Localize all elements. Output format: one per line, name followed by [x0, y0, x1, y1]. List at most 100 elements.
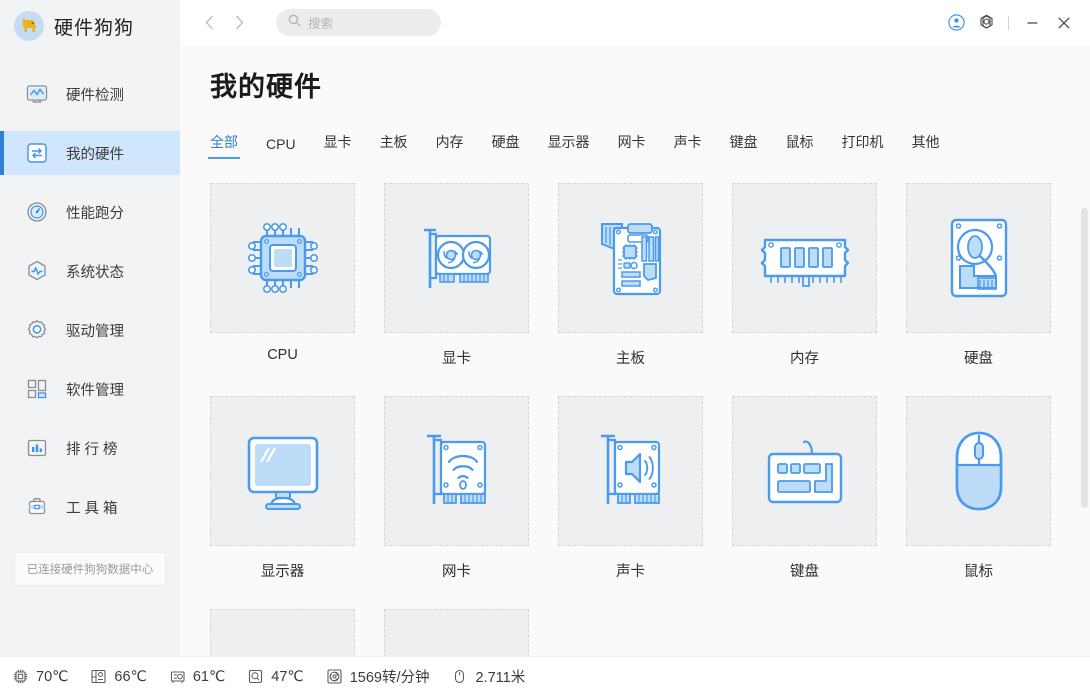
tab-keyboard[interactable]: 键盘 — [730, 132, 758, 159]
status-value: 47℃ — [271, 668, 304, 685]
scrollbar-thumb[interactable] — [1081, 208, 1088, 508]
hardware-card-sound[interactable]: 声卡 — [558, 396, 703, 581]
sidebar-nav: 硬件检测 我的硬件 性能跑分 系统状态 驱动管理 软件管理 排 行 榜 工 具 … — [0, 72, 180, 544]
card-icon-box — [210, 609, 355, 656]
card-label: CPU — [267, 347, 298, 363]
motherboard-temp-icon — [90, 668, 107, 685]
sidebar-item-label: 系统状态 — [66, 264, 124, 281]
status-mouse-distance: 2.711米 — [451, 666, 525, 687]
tab-motherboard[interactable]: 主板 — [380, 132, 408, 159]
hardware-card-gpu[interactable]: 显卡 — [384, 183, 529, 368]
category-tabs: 全部 CPU 显卡 主板 内存 硬盘 显示器 网卡 声卡 键盘 鼠标 打印机 其… — [208, 129, 1090, 159]
sidebar-item-label: 工 具 箱 — [66, 500, 118, 517]
squares-grid-icon — [26, 378, 48, 400]
status-fan-speed: 1569转/分钟 — [326, 666, 430, 687]
hardware-card-motherboard[interactable]: 主板 — [558, 183, 703, 368]
card-label: 网卡 — [442, 564, 471, 580]
hardware-card-row3-b[interactable] — [384, 609, 529, 656]
card-icon-box — [732, 183, 877, 333]
cpu-temp-icon — [12, 668, 29, 685]
hardware-card-keyboard[interactable]: 键盘 — [732, 396, 877, 581]
disk-temp-icon — [247, 668, 264, 685]
titlebar-divider — [1008, 15, 1009, 30]
card-label: 鼠标 — [964, 564, 993, 580]
card-icon-box — [210, 396, 355, 546]
tab-printer[interactable]: 打印机 — [842, 132, 884, 159]
tab-sound-card[interactable]: 声卡 — [674, 132, 702, 159]
graphics-card-icon — [423, 228, 491, 288]
ram-stick-icon — [760, 238, 849, 287]
sidebar-item-hardware-detect[interactable]: 硬件检测 — [0, 72, 180, 116]
main-panel: 搜索 我的硬件 全部 CPU 显卡 主板 内存 硬盘 显示器 网卡 声卡 键盘 … — [180, 0, 1090, 656]
card-icon-box — [384, 183, 529, 333]
hexagon-pulse-icon — [26, 260, 48, 282]
gear-icon — [26, 319, 48, 341]
tab-network-card[interactable]: 网卡 — [618, 132, 646, 159]
close-button[interactable] — [1048, 8, 1080, 38]
search-input[interactable]: 搜索 — [276, 9, 441, 36]
app-title: 硬件狗狗 — [54, 17, 135, 39]
card-icon-box — [906, 183, 1051, 333]
tab-all[interactable]: 全部 — [208, 132, 240, 159]
gpu-temp-icon — [169, 668, 186, 685]
app-window: 硬件狗狗 硬件检测 我的硬件 性能跑分 系统状态 驱动管理 软件管理 排 行 榜… — [0, 0, 1090, 696]
status-value: 70℃ — [36, 668, 69, 685]
sidebar-item-ranking[interactable]: 排 行 榜 — [0, 426, 180, 470]
status-cpu-temp: 70℃ — [12, 668, 68, 685]
content-scrollbar[interactable] — [1081, 93, 1088, 654]
forward-button[interactable] — [224, 8, 254, 38]
back-button[interactable] — [194, 8, 224, 38]
hard-disk-icon — [950, 218, 1007, 298]
tab-gpu[interactable]: 显卡 — [324, 132, 352, 159]
card-icon-box — [732, 396, 877, 546]
status-value: 2.711米 — [475, 670, 526, 686]
gear-icon[interactable] — [971, 8, 1001, 38]
hardware-card-row3-a[interactable] — [210, 609, 355, 656]
sound-card-icon — [600, 434, 660, 504]
monitor-icon — [247, 436, 318, 510]
hardware-card-disk[interactable]: 硬盘 — [906, 183, 1051, 368]
speedometer-icon — [26, 201, 48, 223]
user-account-icon[interactable] — [941, 8, 971, 38]
tab-monitor[interactable]: 显示器 — [548, 132, 590, 159]
network-card-icon — [426, 434, 486, 504]
card-label: 显示器 — [260, 564, 305, 580]
bar-chart-icon — [26, 437, 48, 459]
hardware-card-mouse[interactable]: 鼠标 — [906, 396, 1051, 581]
fan-speed-icon — [326, 668, 343, 685]
sidebar-item-label: 软件管理 — [66, 382, 124, 399]
hardware-card-cpu[interactable]: CPU — [210, 183, 355, 368]
card-icon-box — [384, 609, 529, 656]
card-label: 声卡 — [616, 564, 645, 580]
sidebar-item-driver-manage[interactable]: 驱动管理 — [0, 308, 180, 352]
tab-other[interactable]: 其他 — [912, 132, 940, 159]
sidebar-item-label: 排 行 榜 — [66, 441, 118, 458]
card-icon-box — [558, 396, 703, 546]
sidebar-item-software-manage[interactable]: 软件管理 — [0, 367, 180, 411]
tab-mouse[interactable]: 鼠标 — [786, 132, 814, 159]
sidebar-item-my-hardware[interactable]: 我的硬件 — [0, 131, 180, 175]
status-value: 1569转/分钟 — [349, 670, 430, 686]
sidebar-item-toolbox[interactable]: 工 具 箱 — [0, 485, 180, 529]
cpu-chip-icon — [247, 223, 318, 294]
status-disk-temp: 47℃ — [247, 668, 304, 685]
page-title: 我的硬件 — [210, 72, 322, 102]
mouse-icon — [955, 431, 1002, 511]
card-icon-box — [210, 183, 355, 333]
search-placeholder: 搜索 — [308, 17, 334, 31]
sidebar-item-benchmark[interactable]: 性能跑分 — [0, 190, 180, 234]
tab-cpu[interactable]: CPU — [266, 136, 296, 159]
hardware-card-network[interactable]: 网卡 — [384, 396, 529, 581]
sidebar: 硬件狗狗 硬件检测 我的硬件 性能跑分 系统状态 驱动管理 软件管理 排 行 榜… — [0, 0, 180, 656]
status-value: 61℃ — [192, 668, 226, 685]
minimize-button[interactable] — [1016, 8, 1048, 38]
mouse-distance-icon — [451, 668, 468, 685]
app-brand: 硬件狗狗 — [0, 0, 180, 52]
titlebar: 搜索 — [180, 0, 1090, 45]
tab-disk[interactable]: 硬盘 — [492, 132, 520, 159]
tab-memory[interactable]: 内存 — [436, 132, 464, 159]
hardware-card-monitor[interactable]: 显示器 — [210, 396, 355, 581]
monitor-wave-icon — [26, 83, 48, 105]
sidebar-item-system-status[interactable]: 系统状态 — [0, 249, 180, 293]
hardware-card-memory[interactable]: 内存 — [732, 183, 877, 368]
